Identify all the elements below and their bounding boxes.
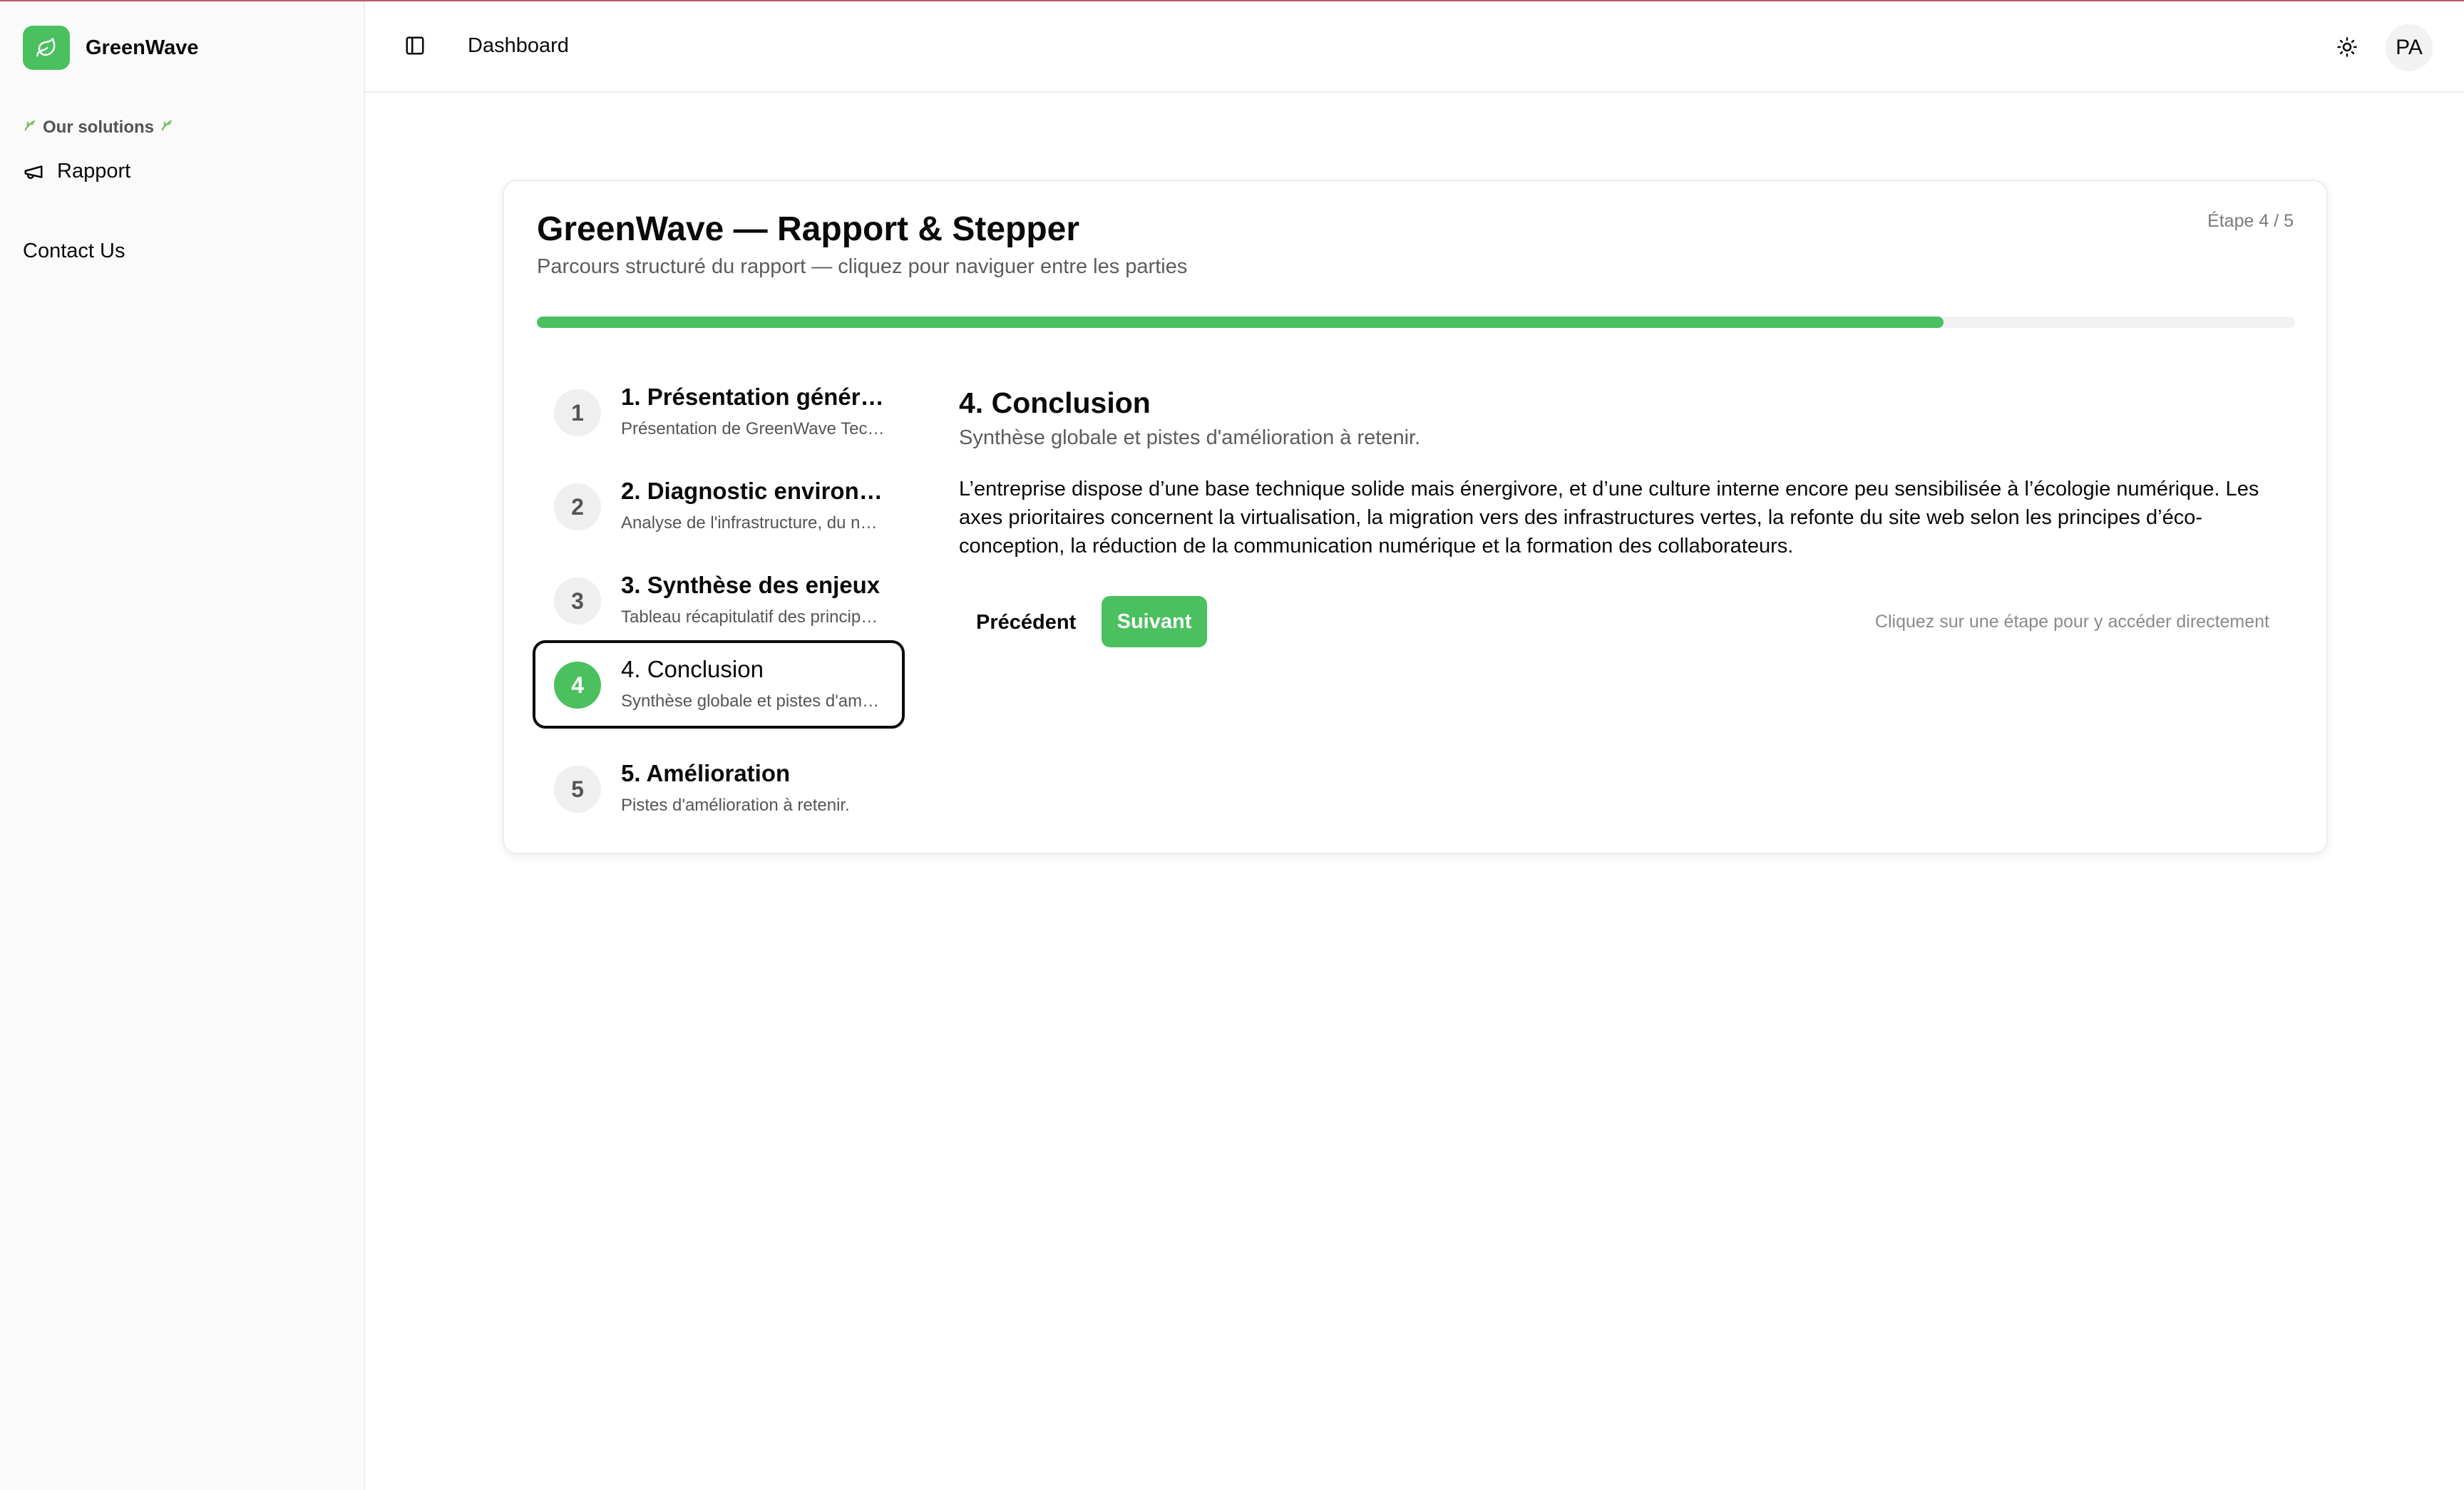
leaf-logo-icon [23,26,70,70]
navigation-hint: Cliquez sur une étape pour y accéder dir… [1874,612,2269,632]
step-title: 1. Présentation générale [621,384,892,410]
step-title: 5. Amélioration [621,760,791,786]
step-detail-subtitle: Synthèse globale et pistes d'amélioratio… [959,426,1421,449]
step-number: 4 [554,662,601,709]
step-detail-title: 4. Conclusion [959,386,1151,419]
step-indicator: Étape 4 / 5 [2207,211,2294,231]
step-number: 1 [554,389,601,436]
step-item-4[interactable]: 4 4. Conclusion Synthèse globale et pist… [533,640,905,729]
step-number: 2 [554,483,601,530]
step-item-5[interactable]: 5 5. Amélioration Pistes d'amélioration … [533,744,905,833]
sidebar-item-rapport[interactable]: Rapport [23,160,130,183]
megaphone-icon [23,161,44,183]
section-label: Our solutions [23,118,174,138]
step-description: Présentation de GreenWave Technologies [621,419,885,438]
brand-name: GreenWave [86,36,199,59]
breadcrumb[interactable]: Dashboard [468,34,569,58]
avatar[interactable]: PA [2386,24,2433,71]
rapport-stepper-card: GreenWave — Rapport & Stepper Parcours s… [503,180,2328,854]
previous-button[interactable]: Précédent [959,597,1093,647]
step-title: 3. Synthèse des enjeux [621,572,881,598]
next-button[interactable]: Suivant [1102,596,1207,647]
step-description: Analyse de l'infrastructure, du numériqu… [621,513,885,533]
seedling-icon [160,118,174,138]
top-header: Dashboard PA [365,1,2464,93]
step-description: Synthèse globale et pistes d'amélioratio… [621,692,885,711]
sidebar-item-contact-us[interactable]: Contact Us [23,240,125,263]
sidebar: GreenWave Our solutions Rapport Contact … [0,1,365,1490]
step-detail-body: L’entreprise dispose d’une base techniqu… [959,478,2259,558]
step-description: Pistes d'amélioration à retenir. [621,796,850,815]
step-item-2[interactable]: 2 2. Diagnostic environnemental Analyse … [533,462,905,550]
step-description: Tableau récapitulatif des principaux enj… [621,607,885,627]
step-item-3[interactable]: 3 3. Synthèse des enjeux Tableau récapit… [533,556,905,644]
sidebar-item-label: Contact Us [23,240,125,262]
sidebar-toggle-icon[interactable] [401,31,429,60]
step-number: 3 [554,577,601,625]
brand[interactable]: GreenWave [23,26,199,70]
section-label-text: Our solutions [43,118,154,137]
sidebar-item-label: Rapport [57,160,131,183]
step-number: 5 [554,766,601,813]
progress-bar-fill [537,317,1944,328]
page-subtitle: Parcours structuré du rapport — cliquez … [537,255,1188,278]
seedling-icon [23,118,37,138]
progress-bar [537,317,2295,328]
sun-icon[interactable] [2333,33,2361,61]
step-title: 2. Diagnostic environnemental [621,478,892,504]
step-item-1[interactable]: 1 1. Présentation générale Présentation … [533,368,905,456]
page-title: GreenWave — Rapport & Stepper [537,210,1080,248]
step-title: 4. Conclusion [621,656,764,682]
avatar-initials: PA [2396,36,2423,59]
